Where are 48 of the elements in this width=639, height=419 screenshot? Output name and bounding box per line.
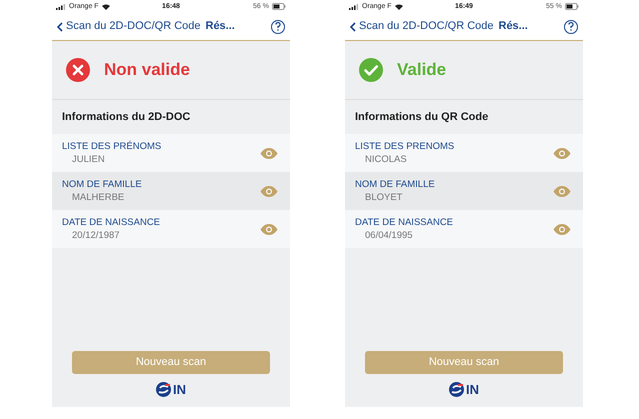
eye-button[interactable] [553,148,571,158]
eye-icon [260,148,278,158]
section-title: Informations du QR Code [355,110,488,125]
eye-icon [553,186,571,196]
help-button[interactable] [564,20,578,34]
wifi-icon [394,4,403,10]
eye-icon [553,148,571,158]
chevron-left-icon [350,22,356,32]
eye-button[interactable] [260,186,278,196]
screen-title: Rés... [206,19,235,34]
battery-icon [272,3,286,10]
eye-icon [553,224,571,234]
company-logo: IN [345,380,583,398]
battery-icon [565,3,579,10]
eye-button[interactable] [260,148,278,158]
field-label: DATE DE NAISSANCE [355,217,454,228]
help-button[interactable] [271,20,285,34]
field-value: BLOYET [364,192,404,203]
eye-button[interactable] [553,224,571,234]
back-button[interactable]: Scan du 2D-DOC/QR Code [350,18,494,35]
help-icon [275,22,281,31]
company-logo: IN [52,380,290,398]
field-label: NOM DE FAMILLE [355,179,435,190]
logo-icon [449,382,464,396]
field-label: LISTE DES PRÉNOMS [62,141,162,152]
field-label: LISTE DES PRENOMS [355,141,454,152]
chevron-left-icon [57,22,63,32]
eye-icon [260,186,278,196]
result-status: Valide [397,59,446,82]
eye-button[interactable] [260,224,278,234]
back-button[interactable]: Scan du 2D-DOC/QR Code [57,18,200,35]
eye-button[interactable] [553,186,571,196]
signal-icon [349,4,359,10]
screen-title: Rés... [498,19,528,34]
wifi-icon [102,4,110,10]
field-value: JULIEN [71,154,106,165]
eye-icon [260,224,278,234]
result-status: Non valide [104,59,190,82]
signal-icon [56,4,66,10]
field-value: 20/12/1987 [71,230,121,241]
field-value: 06/04/1995 [364,230,414,241]
help-icon [568,22,574,31]
section-title: Informations du 2D-DOC [62,110,190,125]
field-label: NOM DE FAMILLE [62,179,142,190]
field-value: NICOLAS [364,154,408,165]
field-label: DATE DE NAISSANCE [62,217,160,228]
field-value: MALHERBE [71,192,126,203]
logo-icon [156,382,171,396]
